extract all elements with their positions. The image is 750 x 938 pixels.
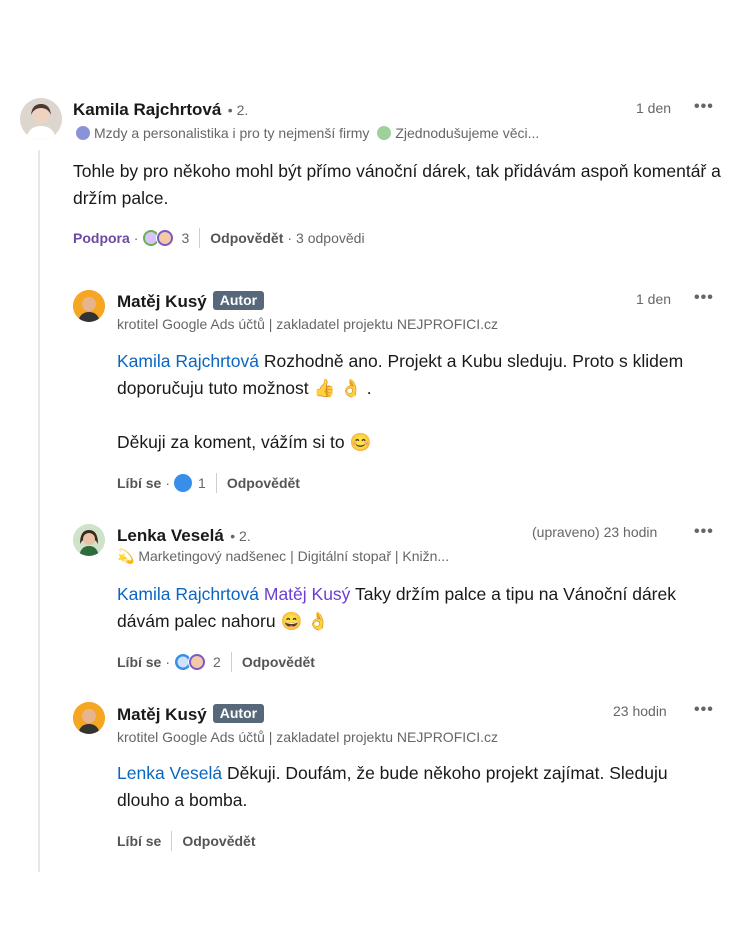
reply-button[interactable]: Odpovědět: [182, 833, 255, 849]
like-button[interactable]: Líbí se: [117, 833, 161, 849]
reply-time: (upraveno) 23 hodin: [532, 524, 658, 540]
reply-text-line: Rozhodně ano. Projekt a Kubu sleduju. Pr…: [263, 351, 684, 371]
more-options-icon[interactable]: •••: [694, 701, 714, 719]
reply-text-line: dlouho a bomba.: [117, 790, 248, 810]
more-options-icon[interactable]: •••: [694, 523, 714, 541]
reaction-count[interactable]: 1: [198, 475, 206, 491]
like-button[interactable]: Líbí se: [117, 475, 161, 491]
divider: [215, 473, 217, 493]
support-reaction-icon[interactable]: [142, 229, 176, 247]
reply-actions: Líbí se · 2 Odpovědět: [117, 652, 315, 672]
author-name[interactable]: Kamila Rajchrtová: [73, 100, 221, 119]
reply-button[interactable]: Odpovědět: [210, 230, 283, 246]
reply-text: Lenka Veselá Děkuji. Doufám, že bude něk…: [117, 760, 737, 814]
mention-link[interactable]: Kamila Rajchrtová: [117, 351, 259, 371]
comment-text: Tohle by pro někoho mohl být přímo vánoč…: [73, 161, 721, 208]
reply-time: 1 den: [636, 291, 672, 307]
reply-header: Lenka Veselá • 2.: [117, 526, 251, 546]
author-name[interactable]: Matěj Kusý: [117, 705, 207, 724]
divider: [230, 652, 232, 672]
comment-header: Kamila Rajchrtová • 2.: [73, 100, 248, 120]
reply-text-line: doporučuju tuto možnost 👍 👌 .: [117, 378, 372, 398]
author-headline: krotitel Google Ads účtů | zakladatel pr…: [117, 729, 499, 745]
reply-text: Kamila Rajchrtová Rozhodně ano. Projekt …: [117, 348, 737, 456]
group-dot-icon: [377, 126, 392, 140]
like-reaction-icon[interactable]: [174, 474, 193, 492]
support-button[interactable]: Podpora: [73, 230, 130, 246]
connection-degree: • 2.: [227, 102, 249, 118]
author-name[interactable]: Lenka Veselá: [117, 526, 224, 545]
replies-count[interactable]: 3 odpovědi: [296, 230, 365, 246]
author-badge: Autor: [212, 291, 265, 310]
connection-degree: • 2.: [230, 528, 251, 544]
reaction-count[interactable]: 2: [213, 654, 221, 670]
group-2: Zjednodušujeme věci...: [395, 125, 540, 141]
avatar[interactable]: [73, 702, 105, 734]
thread-line: [38, 150, 40, 872]
reply-header: Matěj Kusý Autor: [117, 291, 265, 312]
reply-text-line: Děkuji za koment, vážím si to 😊: [117, 432, 372, 452]
author-headline: krotitel Google Ads účtů | zakladatel pr…: [117, 316, 499, 332]
more-options-icon[interactable]: •••: [694, 98, 714, 116]
reply-text-line: dávám palec nahoru 😄 👌: [117, 611, 329, 631]
avatar[interactable]: [20, 98, 62, 140]
reply-header: Matěj Kusý Autor: [117, 704, 265, 725]
author-headline: 💫 Marketingový nadšenec | Digitální stop…: [117, 548, 450, 564]
divider: [171, 831, 173, 851]
comment-time: 1 den: [636, 100, 672, 116]
mention-link[interactable]: Matěj Kusý: [264, 584, 351, 604]
reply-text: Kamila Rajchrtová Matěj Kusý Taky držím …: [117, 581, 737, 635]
author-groups: Mzdy a personalistika i pro ty nejmenší …: [76, 125, 539, 141]
support-reaction-icon[interactable]: [174, 653, 208, 671]
avatar[interactable]: [73, 524, 105, 556]
reply-actions: Líbí se · 1 Odpovědět: [117, 473, 300, 493]
reply-text-line: Taky držím palce a tipu na Vánoční dárek: [354, 584, 676, 604]
more-options-icon[interactable]: •••: [694, 289, 714, 307]
group-1: Mzdy a personalistika i pro ty nejmenší …: [94, 125, 370, 141]
reply-actions: Líbí se Odpovědět: [117, 830, 255, 852]
like-button[interactable]: Líbí se: [117, 654, 161, 670]
author-name[interactable]: Matěj Kusý: [117, 292, 207, 311]
reply-button[interactable]: Odpovědět: [242, 654, 315, 670]
reaction-count[interactable]: 3: [181, 230, 189, 246]
group-dot-icon: [76, 126, 90, 140]
divider: [199, 228, 201, 248]
reply-button[interactable]: Odpovědět: [227, 475, 300, 491]
avatar[interactable]: [73, 290, 105, 322]
reply-text-line: Děkuji. Doufám, že bude někoho projekt z…: [226, 763, 668, 783]
reply-time: 23 hodin: [613, 703, 667, 719]
mention-link[interactable]: Kamila Rajchrtová: [117, 584, 259, 604]
mention-link[interactable]: Lenka Veselá: [117, 763, 222, 783]
comment-actions: Podpora · 3 Odpovědět · 3 odpovědi: [73, 228, 365, 248]
author-badge: Autor: [212, 704, 265, 723]
